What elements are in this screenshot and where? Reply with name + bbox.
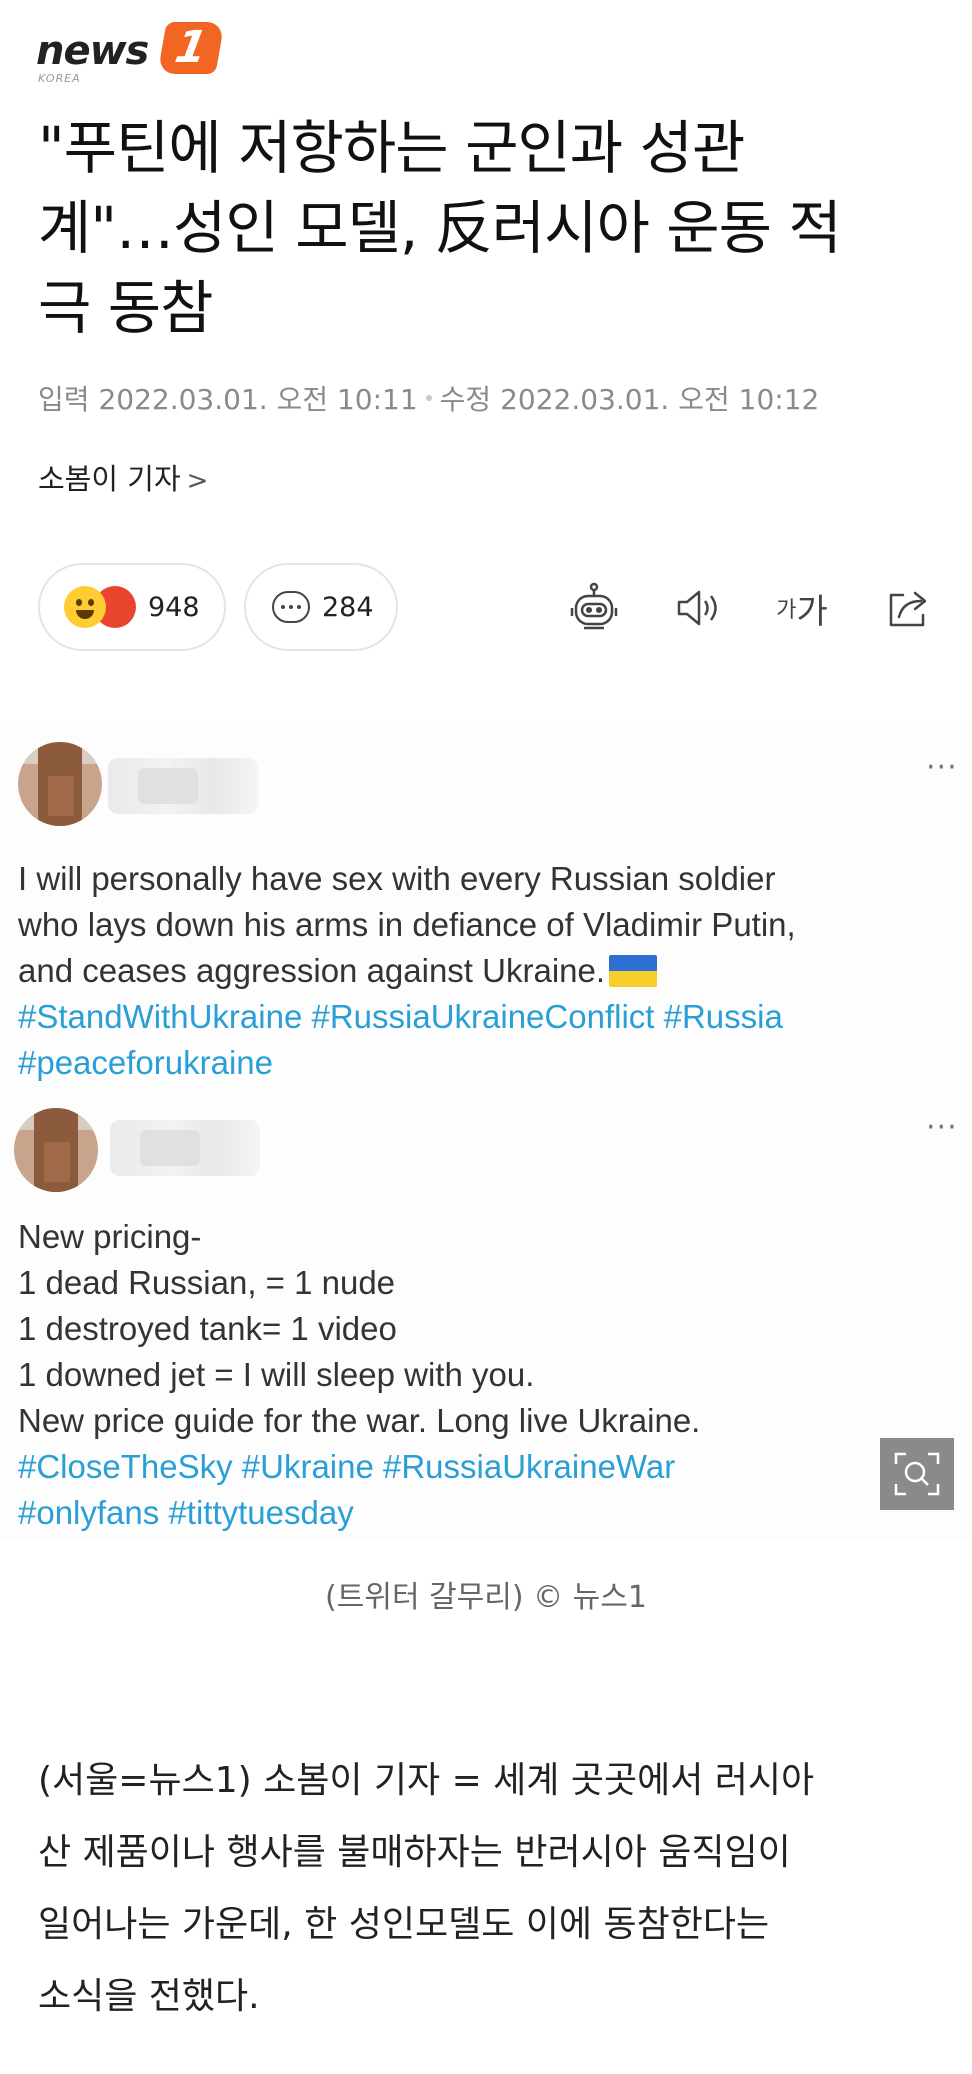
news1-logo[interactable]: news 1 KOREA [36, 22, 236, 85]
comments-button[interactable]: 284 [244, 563, 398, 651]
blurred-username [108, 758, 258, 814]
tweet-body: I will personally have sex with every Ru… [18, 856, 958, 1086]
ukraine-flag-icon [609, 955, 658, 987]
comment-icon [272, 591, 310, 623]
fontsize-large: 가 [796, 591, 828, 632]
blurred-username [110, 1120, 260, 1176]
title-line: 극 동참 [38, 274, 214, 342]
tweet-line-with-flag: and ceases aggression against Ukraine. [18, 948, 958, 994]
robot-icon[interactable] [564, 578, 624, 638]
logo-badge: 1 [157, 22, 225, 74]
input-label: 입력 [38, 383, 90, 416]
font-size-icon[interactable]: 가가 [772, 578, 832, 638]
body-line: 소식을 전했다. [38, 1976, 260, 2017]
comment-count: 284 [322, 591, 374, 623]
modified-time: 2022.03.01. 오전 10:12 [500, 383, 820, 416]
image-zoom-button[interactable] [880, 1438, 954, 1510]
reporter-name: 소봄이 기자 [38, 462, 181, 496]
modified-label: 수정 [439, 383, 492, 416]
share-icon[interactable] [878, 578, 938, 638]
article-timestamps: 입력 2022.03.01. 오전 10:11 수정 2022.03.01. 오전… [38, 378, 819, 418]
article-body: (서울=뉴스1) 소봄이 기자 = 세계 곳곳에서 러시아 산 제품이나 행사를… [38, 1745, 938, 2033]
image-caption: (트위터 갈무리) © 뉴스1 [325, 1580, 647, 1615]
tweet-avatar [18, 742, 102, 826]
tweet-avatar [14, 1108, 98, 1192]
reaction-count: 948 [148, 591, 200, 623]
tweet-line: and ceases aggression against Ukraine. [18, 952, 606, 989]
separator-dot [425, 395, 432, 401]
reactions-button[interactable]: 948 [38, 563, 226, 651]
reporter-link[interactable]: 소봄이 기자 > [38, 456, 208, 498]
tweet-hashtags: #peaceforukraine [18, 1044, 274, 1081]
tweet-more-icon: ··· [926, 1110, 958, 1145]
emoji-happy-icon [64, 586, 106, 628]
article-title: "푸틴에 저항하는 군인과 성관 계"…성인 모델, 反러시아 운동 적 극 동… [38, 108, 938, 348]
tweet-line: 1 downed jet = I will sleep with you. [18, 1356, 535, 1393]
logo-sub: KOREA [38, 72, 81, 85]
logo-word: news [36, 28, 149, 74]
tweet-more-icon: ··· [926, 750, 958, 785]
title-line: "푸틴에 저항하는 군인과 성관 [38, 114, 745, 182]
tweet-line: New price guide for the war. Long live U… [18, 1402, 701, 1439]
tweet-hashtags: #StandWithUkraine #RussiaUkraineConflict… [18, 998, 783, 1035]
tweet-line: I will personally have sex with every Ru… [18, 860, 776, 897]
title-line: 계"…성인 모델, 反러시아 운동 적 [38, 194, 842, 262]
image-zoom-icon [894, 1452, 940, 1496]
speaker-icon[interactable] [668, 578, 728, 638]
tweet-body: New pricing- 1 dead Russian, = 1 nude 1 … [18, 1214, 958, 1536]
tweet-screenshot-image: ··· I will personally have sex with ever… [0, 720, 972, 1540]
body-line: 산 제품이나 행사를 불매하자는 반러시아 움직임이 [38, 1832, 791, 1873]
body-line: 일어나는 가운데, 한 성인모델도 이에 동참한다는 [38, 1904, 770, 1945]
tweet-line: who lays down his arms in defiance of Vl… [18, 906, 796, 943]
tweet-line: 1 dead Russian, = 1 nude [18, 1264, 396, 1301]
chevron-right-icon: > [186, 466, 209, 496]
tweet-line: 1 destroyed tank= 1 video [18, 1310, 397, 1347]
tweet-hashtags: #onlyfans #tittytuesday [18, 1494, 354, 1531]
fontsize-small: 가 [776, 598, 797, 623]
input-time: 2022.03.01. 오전 10:11 [98, 383, 418, 416]
tweet-hashtags: #CloseTheSky #Ukraine #RussiaUkraineWar [18, 1448, 676, 1485]
body-line: (서울=뉴스1) 소봄이 기자 = 세계 곳곳에서 러시아 [38, 1760, 815, 1801]
tweet-line: New pricing- [18, 1218, 202, 1255]
